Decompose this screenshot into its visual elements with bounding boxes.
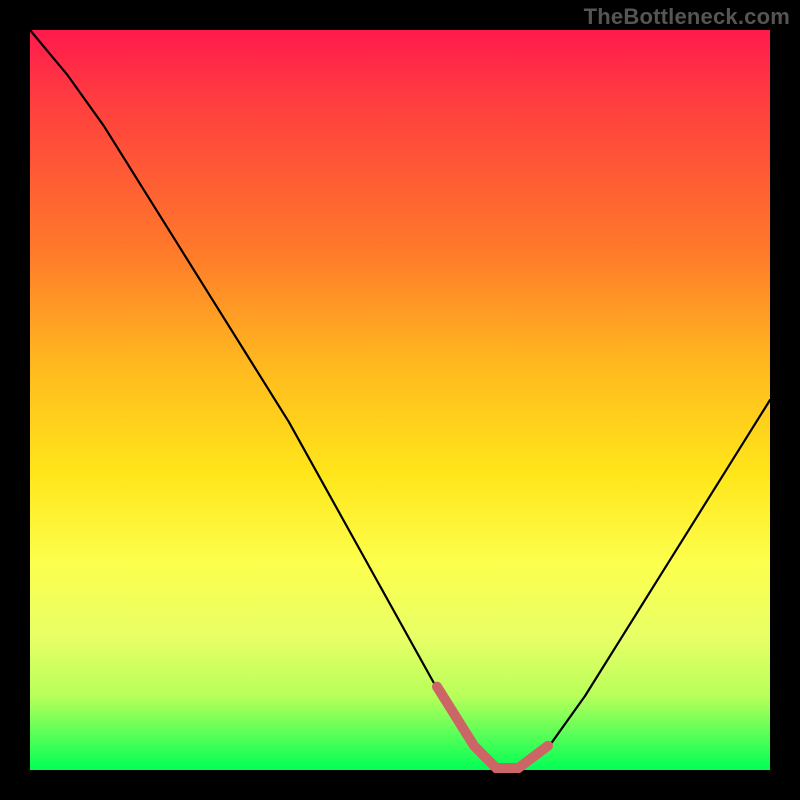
chart-frame: TheBottleneck.com [0, 0, 800, 800]
plot-area [30, 30, 770, 770]
watermark-text: TheBottleneck.com [584, 4, 790, 30]
bottleneck-curve-path [30, 30, 770, 770]
curve-svg [30, 30, 770, 770]
flat-region-marker [437, 687, 548, 768]
